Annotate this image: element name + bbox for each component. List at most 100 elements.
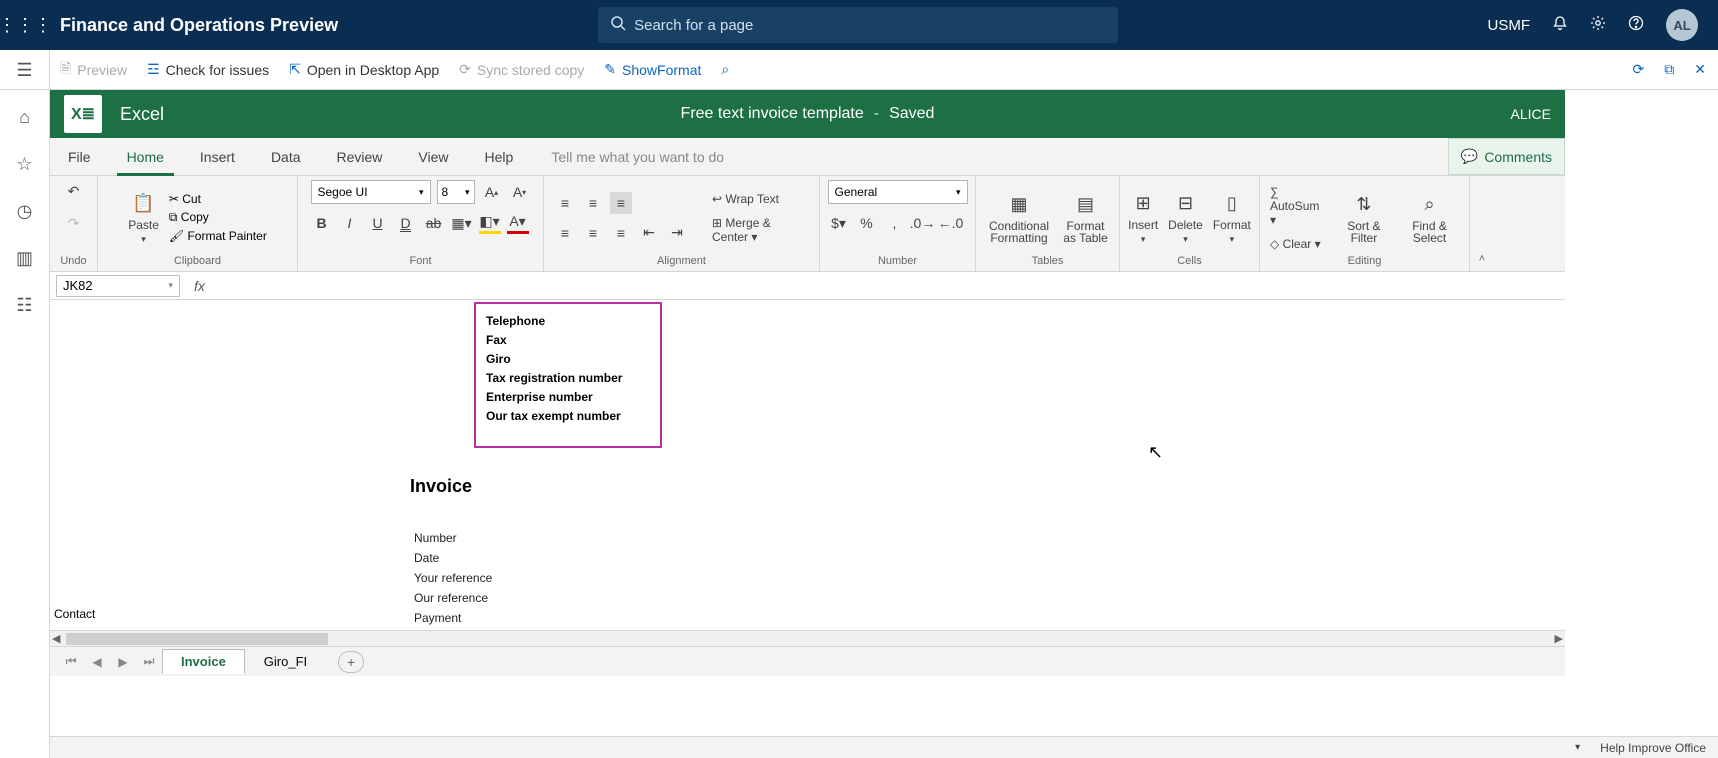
- sync-icon: ⟳: [459, 61, 471, 78]
- double-underline-button[interactable]: D: [395, 212, 417, 234]
- tab-nav-prev[interactable]: ◀: [84, 655, 110, 669]
- popout-icon[interactable]: ⧉: [1664, 61, 1674, 78]
- gear-icon[interactable]: [1590, 15, 1606, 35]
- indent-button[interactable]: ⇥: [666, 222, 688, 244]
- scroll-right-icon[interactable]: ▶: [1555, 632, 1563, 645]
- check-issues-button[interactable]: ☲Check for issues: [147, 61, 269, 78]
- redo-button[interactable]: ↷: [63, 212, 85, 234]
- sheet-tab-invoice[interactable]: Invoice: [162, 649, 245, 674]
- align-center-button[interactable]: ≡: [582, 222, 604, 244]
- tab-data[interactable]: Data: [253, 138, 319, 175]
- sort-filter-button[interactable]: ⇅Sort & Filter: [1338, 192, 1390, 244]
- cell-contact: Contact: [54, 607, 95, 621]
- open-desktop-button[interactable]: ⇱Open in Desktop App: [289, 61, 439, 78]
- close-icon[interactable]: ✕: [1694, 61, 1706, 78]
- grow-font-button[interactable]: A▴: [481, 181, 503, 203]
- star-icon[interactable]: ☆: [16, 154, 32, 175]
- fx-icon[interactable]: fx: [194, 278, 205, 294]
- refresh-icon[interactable]: ⟳: [1633, 61, 1645, 78]
- copy-button[interactable]: ⧉ Copy: [169, 210, 267, 225]
- collapse-ribbon-button[interactable]: ˄: [1470, 176, 1494, 271]
- tab-help[interactable]: Help: [467, 138, 532, 175]
- autosum-button[interactable]: ∑ AutoSum ▾: [1270, 185, 1328, 227]
- align-right-button[interactable]: ≡: [610, 222, 632, 244]
- avatar[interactable]: AL: [1666, 9, 1698, 41]
- help-icon[interactable]: [1628, 15, 1644, 35]
- shrink-font-button[interactable]: A▾: [509, 181, 531, 203]
- cut-button[interactable]: ✂ Cut: [169, 192, 267, 206]
- tab-review[interactable]: Review: [319, 138, 401, 175]
- excel-logo-icon: X≣: [64, 95, 102, 133]
- font-name-select[interactable]: Segoe UI▾: [311, 180, 431, 204]
- format-icon: ✎: [604, 61, 616, 78]
- search-input[interactable]: [634, 17, 1106, 34]
- tab-insert[interactable]: Insert: [182, 138, 253, 175]
- sheet-tab-giro[interactable]: Giro_FI: [245, 649, 326, 674]
- tab-nav-first[interactable]: ⏮: [58, 654, 84, 669]
- add-sheet-button[interactable]: +: [338, 651, 364, 673]
- help-improve-link[interactable]: Help Improve Office: [1600, 741, 1706, 755]
- list-icon[interactable]: ☷: [16, 295, 32, 316]
- font-color-button[interactable]: A▾: [507, 212, 529, 234]
- undo-button[interactable]: ↶: [63, 180, 85, 202]
- search-box[interactable]: [598, 7, 1118, 43]
- preview-button[interactable]: 🗎Preview: [60, 58, 127, 82]
- delete-cells-button[interactable]: ⊟Delete▾: [1168, 190, 1203, 245]
- tab-nav-next[interactable]: ▶: [110, 655, 136, 669]
- tell-me-input[interactable]: Tell me what you want to do: [531, 138, 744, 175]
- tab-view[interactable]: View: [400, 138, 466, 175]
- dec-decimal-button[interactable]: ←.0: [940, 212, 962, 234]
- status-bar: ▾ Help Improve Office: [50, 736, 1718, 758]
- find-select-button[interactable]: ⌕Find & Select: [1400, 192, 1459, 244]
- clock-icon[interactable]: ◷: [17, 201, 33, 222]
- align-top-button[interactable]: ≡: [554, 192, 576, 214]
- italic-button[interactable]: I: [339, 212, 361, 234]
- showformat-button[interactable]: ✎ShowFormat: [604, 61, 701, 78]
- clear-button[interactable]: ◇ Clear ▾: [1270, 237, 1328, 251]
- doc-icon: 🗎: [60, 58, 71, 82]
- tab-nav-last[interactable]: ⏭: [136, 654, 162, 669]
- scroll-thumb[interactable]: [66, 633, 328, 645]
- align-middle-button[interactable]: ≡: [582, 192, 604, 214]
- paste-button[interactable]: 📋Paste▾: [128, 190, 159, 245]
- font-size-select[interactable]: 8▾: [437, 180, 475, 204]
- company-label[interactable]: USMF: [1488, 17, 1531, 34]
- insert-cells-button[interactable]: ⊞Insert▾: [1128, 190, 1158, 245]
- sheet-area[interactable]: Telephone Fax Giro Tax registration numb…: [50, 300, 1565, 630]
- strike-button[interactable]: ab: [423, 212, 445, 234]
- fill-color-button[interactable]: ◧▾: [479, 212, 501, 234]
- horizontal-scrollbar[interactable]: ◀ ▶: [50, 630, 1565, 646]
- scroll-left-icon[interactable]: ◀: [52, 632, 60, 645]
- percent-button[interactable]: %: [856, 212, 878, 234]
- format-painter-button[interactable]: 🖌 Format Painter: [169, 229, 267, 243]
- wrap-text-button[interactable]: ↩ Wrap Text: [712, 192, 809, 206]
- waffle-icon[interactable]: ⋮⋮⋮: [0, 15, 50, 36]
- format-as-table-button[interactable]: ▤Format as Table: [1062, 192, 1109, 244]
- sync-button[interactable]: ⟳Sync stored copy: [459, 61, 584, 78]
- tab-home[interactable]: Home: [109, 138, 182, 175]
- status-dropdown-icon[interactable]: ▾: [1575, 742, 1580, 753]
- field-date: Date: [414, 548, 492, 568]
- toolbar-search-button[interactable]: ⌕: [721, 61, 729, 78]
- bold-button[interactable]: B: [311, 212, 333, 234]
- tab-file[interactable]: File: [50, 138, 109, 175]
- workspace-icon[interactable]: ▥: [16, 248, 33, 269]
- home-icon[interactable]: ⌂: [19, 107, 30, 128]
- name-box[interactable]: JK82▾: [56, 275, 180, 297]
- number-format-select[interactable]: General▾: [828, 180, 968, 204]
- underline-button[interactable]: U: [367, 212, 389, 234]
- align-bottom-button[interactable]: ≡: [610, 192, 632, 214]
- format-cells-button[interactable]: ▯Format▾: [1213, 190, 1251, 245]
- bell-icon[interactable]: [1552, 15, 1568, 35]
- comma-button[interactable]: ,: [884, 212, 906, 234]
- merge-center-button[interactable]: ⊞ Merge & Center ▾: [712, 216, 809, 244]
- currency-button[interactable]: $▾: [828, 212, 850, 234]
- inc-decimal-button[interactable]: .0→: [912, 212, 934, 234]
- excel-user[interactable]: ALICE: [1511, 106, 1551, 122]
- comments-button[interactable]: 💬Comments: [1448, 138, 1565, 175]
- align-left-button[interactable]: ≡: [554, 222, 576, 244]
- outdent-button[interactable]: ⇤: [638, 222, 660, 244]
- group-cells-label: Cells: [1177, 255, 1201, 269]
- borders-button[interactable]: ▦▾: [451, 212, 473, 234]
- conditional-formatting-button[interactable]: ▦Conditional Formatting: [986, 192, 1052, 244]
